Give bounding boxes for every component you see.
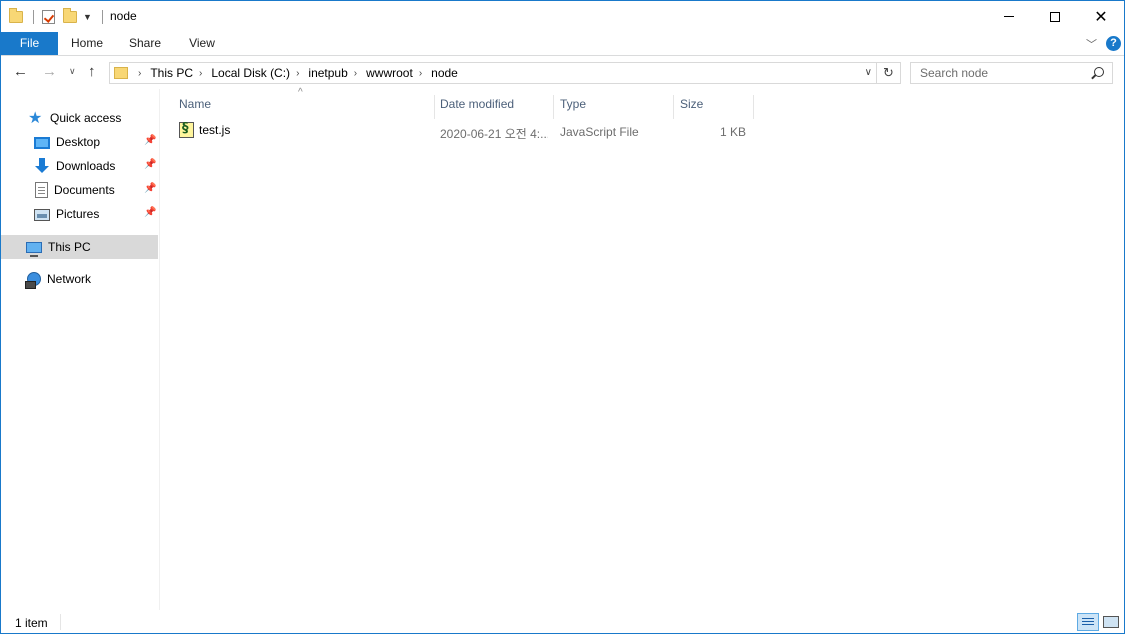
- status-bar: 1 item: [1, 610, 1124, 633]
- table-row[interactable]: test.js 2020-06-21 오전 4:... JavaScript F…: [173, 121, 754, 143]
- ribbon-tabs: File Home Share View ﹀ ?: [1, 32, 1124, 56]
- address-row: ← → ∨ ↑ › This PC › Local Disk (C:) › in…: [1, 57, 1124, 89]
- nav-item-network[interactable]: Network: [1, 267, 158, 291]
- nav-item-downloads[interactable]: Downloads 📌: [1, 154, 158, 178]
- nav-item-label: Pictures: [56, 207, 100, 221]
- new-folder-icon[interactable]: [63, 8, 77, 23]
- desktop-icon: [34, 137, 50, 149]
- item-count: 1 item: [15, 616, 48, 630]
- file-type: JavaScript File: [560, 125, 639, 139]
- back-arrow-icon[interactable]: ←: [13, 63, 28, 80]
- properties-icon[interactable]: [42, 10, 55, 24]
- title-divider: [102, 10, 103, 24]
- tab-view[interactable]: View: [188, 32, 216, 55]
- address-bar[interactable]: › This PC › Local Disk (C:) › inetpub › …: [109, 62, 877, 84]
- navigation-pane: Quick access Desktop 📌 Downloads 📌 Docum…: [1, 89, 160, 610]
- documents-icon: [35, 182, 48, 198]
- forward-arrow-icon[interactable]: →: [42, 63, 57, 80]
- customize-toolbar-chevron-icon[interactable]: ▼: [83, 12, 92, 22]
- file-list: ^ Name Date modified Type Size test.js 2…: [161, 87, 1124, 610]
- close-icon: ✕: [1094, 6, 1108, 26]
- file-name: test.js: [199, 123, 231, 137]
- folder-icon: [114, 67, 128, 79]
- breadcrumb-separator-icon[interactable]: ›: [296, 68, 299, 79]
- recent-locations-chevron-icon[interactable]: ∨: [69, 66, 76, 77]
- help-icon[interactable]: ?: [1106, 36, 1121, 51]
- nav-item-label: Network: [47, 272, 92, 286]
- breadcrumb-this-pc[interactable]: This PC: [150, 66, 193, 80]
- search-box[interactable]: [910, 62, 1113, 84]
- nav-item-label: Documents: [54, 183, 115, 197]
- breadcrumb-separator-icon[interactable]: ›: [138, 68, 141, 79]
- breadcrumb-node[interactable]: node: [431, 66, 458, 80]
- explorer-window: ▼ node ✕ File Home Share View ﹀ ? ← → ∨ …: [0, 0, 1125, 634]
- column-header-type[interactable]: Type: [554, 95, 674, 119]
- quick-access-toolbar: ▼: [9, 7, 92, 27]
- toolbar-divider: [33, 10, 34, 24]
- pin-icon: 📌: [144, 183, 157, 194]
- title-bar: ▼ node ✕: [1, 1, 1124, 32]
- breadcrumb-separator-icon[interactable]: ›: [419, 68, 422, 79]
- javascript-file-icon: [179, 122, 194, 138]
- nav-item-desktop[interactable]: Desktop 📌: [1, 130, 158, 154]
- nav-item-pictures[interactable]: Pictures 📌: [1, 202, 158, 226]
- file-name-cell: test.js: [179, 122, 429, 138]
- file-size: 1 KB: [719, 125, 746, 139]
- close-button[interactable]: ✕: [1078, 1, 1124, 32]
- downloads-icon: [34, 158, 50, 174]
- maximize-button[interactable]: [1032, 1, 1078, 32]
- pictures-icon: [34, 209, 50, 221]
- nav-item-label: This PC: [48, 240, 91, 254]
- breadcrumb-inetpub[interactable]: inetpub: [308, 66, 347, 80]
- nav-item-label: Desktop: [56, 135, 101, 149]
- breadcrumb: › This PC › Local Disk (C:) › inetpub › …: [132, 66, 458, 80]
- breadcrumb-separator-icon[interactable]: ›: [354, 68, 357, 79]
- search-icon[interactable]: [1094, 67, 1104, 77]
- status-divider: [60, 614, 61, 630]
- nav-item-label: Quick access: [50, 111, 122, 125]
- tab-share[interactable]: Share: [129, 32, 161, 55]
- this-pc-icon: [26, 241, 42, 257]
- search-input[interactable]: [911, 63, 1091, 83]
- network-icon: [25, 272, 41, 289]
- pin-icon: 📌: [144, 207, 157, 218]
- up-arrow-icon[interactable]: ↑: [88, 63, 96, 80]
- window-title: node: [110, 9, 137, 23]
- expand-ribbon-chevron-icon[interactable]: ﹀: [1086, 36, 1097, 52]
- nav-item-this-pc[interactable]: This PC: [1, 235, 158, 259]
- file-date-modified: 2020-06-21 오전 4:...: [440, 127, 548, 141]
- pane-divider[interactable]: [159, 89, 160, 610]
- breadcrumb-separator-icon[interactable]: ›: [199, 68, 202, 79]
- refresh-icon: ↻: [883, 65, 894, 80]
- breadcrumb-wwwroot[interactable]: wwwroot: [366, 66, 413, 80]
- quick-access-star-icon: [28, 108, 44, 127]
- column-header-name[interactable]: Name: [173, 95, 435, 119]
- column-header-size[interactable]: Size: [674, 95, 754, 119]
- large-icons-view-icon[interactable]: [1100, 613, 1122, 631]
- nav-item-label: Downloads: [56, 159, 116, 173]
- refresh-button[interactable]: ↻: [877, 62, 901, 84]
- minimize-icon: [1004, 16, 1014, 17]
- pin-icon: 📌: [144, 135, 157, 146]
- pin-icon: 📌: [144, 159, 157, 170]
- nav-item-documents[interactable]: Documents 📌: [1, 178, 158, 202]
- maximize-icon: [1050, 11, 1060, 22]
- details-view-icon[interactable]: [1077, 613, 1099, 631]
- minimize-button[interactable]: [986, 1, 1032, 32]
- address-dropdown-chevron-icon[interactable]: ∨: [865, 67, 872, 78]
- tab-home[interactable]: Home: [71, 32, 103, 55]
- nav-item-quick-access[interactable]: Quick access: [1, 106, 158, 130]
- tab-file[interactable]: File: [1, 32, 58, 55]
- folder-icon: [9, 8, 23, 23]
- column-header-date-modified[interactable]: Date modified: [434, 95, 554, 119]
- breadcrumb-local-disk[interactable]: Local Disk (C:): [211, 66, 290, 80]
